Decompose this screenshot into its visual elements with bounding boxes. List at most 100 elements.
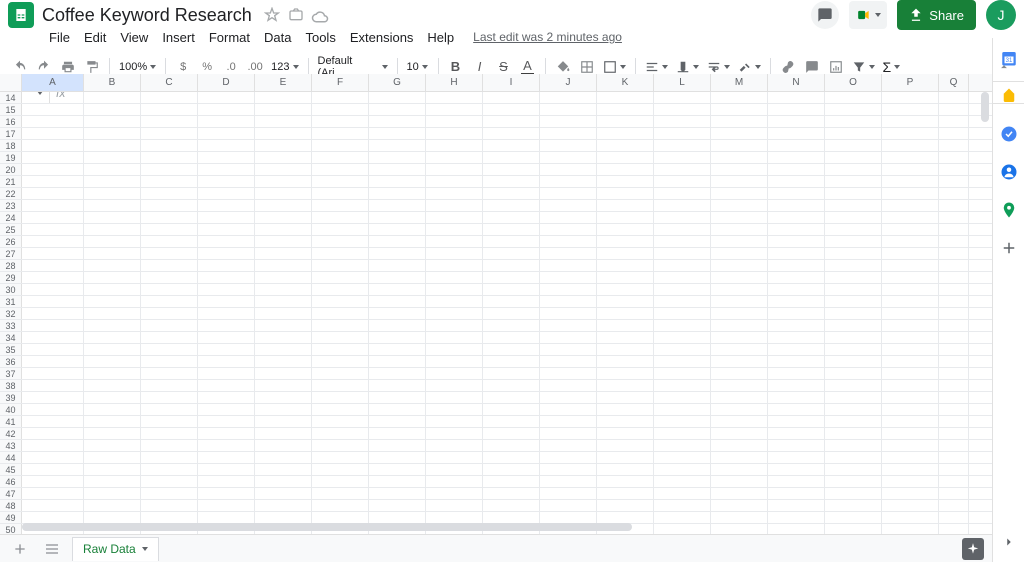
cell[interactable] xyxy=(198,200,255,211)
cell[interactable] xyxy=(654,212,711,223)
cell[interactable] xyxy=(369,284,426,295)
cell[interactable] xyxy=(654,296,711,307)
cell[interactable] xyxy=(711,392,768,403)
menu-format[interactable]: Format xyxy=(202,28,257,47)
cell[interactable] xyxy=(825,344,882,355)
cell[interactable] xyxy=(882,296,939,307)
cell[interactable] xyxy=(939,404,969,415)
cell[interactable] xyxy=(711,488,768,499)
row-header[interactable]: 38 xyxy=(0,380,22,391)
cell[interactable] xyxy=(882,332,939,343)
cell[interactable] xyxy=(882,308,939,319)
cell[interactable] xyxy=(369,188,426,199)
cell[interactable] xyxy=(540,140,597,151)
cell[interactable] xyxy=(882,116,939,127)
cell[interactable] xyxy=(426,416,483,427)
cell[interactable] xyxy=(654,344,711,355)
cell[interactable] xyxy=(825,404,882,415)
cell[interactable] xyxy=(711,344,768,355)
tasks-icon[interactable] xyxy=(999,124,1019,144)
cell[interactable] xyxy=(483,188,540,199)
cell[interactable] xyxy=(312,164,369,175)
cell[interactable] xyxy=(825,104,882,115)
cell[interactable] xyxy=(141,224,198,235)
cell[interactable] xyxy=(882,356,939,367)
cell[interactable] xyxy=(255,188,312,199)
cell[interactable] xyxy=(711,296,768,307)
column-header[interactable]: C xyxy=(141,74,198,91)
cell[interactable] xyxy=(825,368,882,379)
cell[interactable] xyxy=(711,356,768,367)
row-header[interactable]: 40 xyxy=(0,404,22,415)
cell[interactable] xyxy=(654,272,711,283)
cell[interactable] xyxy=(825,164,882,175)
cell[interactable] xyxy=(369,296,426,307)
cell[interactable] xyxy=(540,260,597,271)
cell[interactable] xyxy=(369,500,426,511)
cell[interactable] xyxy=(426,236,483,247)
cell[interactable] xyxy=(825,188,882,199)
cell[interactable] xyxy=(84,92,141,103)
cell[interactable] xyxy=(22,236,84,247)
cell[interactable] xyxy=(84,464,141,475)
row-header[interactable]: 39 xyxy=(0,392,22,403)
functions-button[interactable]: Σ xyxy=(879,59,905,75)
cell[interactable] xyxy=(711,476,768,487)
cell[interactable] xyxy=(198,164,255,175)
cell[interactable] xyxy=(84,248,141,259)
cell[interactable] xyxy=(711,116,768,127)
cell[interactable] xyxy=(198,104,255,115)
cell[interactable] xyxy=(540,284,597,295)
cell[interactable] xyxy=(768,224,825,235)
cell[interactable] xyxy=(369,272,426,283)
cell[interactable] xyxy=(597,332,654,343)
cell[interactable] xyxy=(768,488,825,499)
cell[interactable] xyxy=(255,128,312,139)
cell[interactable] xyxy=(198,92,255,103)
cell[interactable] xyxy=(198,272,255,283)
cell[interactable] xyxy=(711,428,768,439)
cell[interactable] xyxy=(22,344,84,355)
cell[interactable] xyxy=(198,296,255,307)
cell[interactable] xyxy=(711,164,768,175)
cell[interactable] xyxy=(483,260,540,271)
meet-button[interactable] xyxy=(849,1,887,29)
cell[interactable] xyxy=(198,464,255,475)
cell[interactable] xyxy=(711,500,768,511)
cell[interactable] xyxy=(939,380,969,391)
cell[interactable] xyxy=(255,200,312,211)
cell[interactable] xyxy=(312,104,369,115)
cell[interactable] xyxy=(939,128,969,139)
cell[interactable] xyxy=(597,236,654,247)
cell[interactable] xyxy=(711,452,768,463)
cell[interactable] xyxy=(198,188,255,199)
cell[interactable] xyxy=(654,416,711,427)
cell[interactable] xyxy=(882,200,939,211)
cell[interactable] xyxy=(939,368,969,379)
cell[interactable] xyxy=(768,272,825,283)
cell[interactable] xyxy=(141,392,198,403)
contacts-icon[interactable] xyxy=(999,162,1019,182)
cell[interactable] xyxy=(141,512,198,523)
cell[interactable] xyxy=(255,476,312,487)
cell[interactable] xyxy=(255,92,312,103)
cell[interactable] xyxy=(483,212,540,223)
cell[interactable] xyxy=(654,380,711,391)
cell[interactable] xyxy=(84,320,141,331)
cell[interactable] xyxy=(369,320,426,331)
menu-help[interactable]: Help xyxy=(420,28,461,47)
cell[interactable] xyxy=(882,512,939,523)
cell[interactable] xyxy=(768,500,825,511)
cell[interactable] xyxy=(597,368,654,379)
cell[interactable] xyxy=(597,212,654,223)
cell[interactable] xyxy=(939,332,969,343)
cell[interactable] xyxy=(141,488,198,499)
cell[interactable] xyxy=(939,452,969,463)
cell[interactable] xyxy=(711,224,768,235)
menu-insert[interactable]: Insert xyxy=(155,28,202,47)
cell[interactable] xyxy=(597,356,654,367)
cell[interactable] xyxy=(711,128,768,139)
cell[interactable] xyxy=(483,428,540,439)
more-formats-select[interactable]: 123 xyxy=(267,61,302,73)
cell[interactable] xyxy=(84,224,141,235)
